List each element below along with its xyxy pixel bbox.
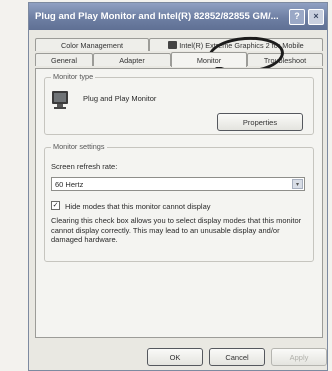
tab-label: Intel(R) Extreme Graphics 2 for Mobile <box>179 40 304 50</box>
cancel-button[interactable]: Cancel <box>209 348 265 366</box>
tab-adapter[interactable]: Adapter <box>93 53 171 66</box>
tab-label: Troubleshoot <box>263 55 307 65</box>
monitor-type-legend: Monitor type <box>51 72 96 81</box>
monitor-icon <box>52 91 68 109</box>
properties-button[interactable]: Properties <box>217 113 303 131</box>
button-label: OK <box>169 352 181 362</box>
button-label: Properties <box>242 117 278 127</box>
monitor-tab-panel: Monitor type Plug and Play Monitor Prope… <box>35 68 323 338</box>
refresh-rate-label: Screen refresh rate: <box>51 162 118 171</box>
tab-general[interactable]: General <box>35 53 93 66</box>
hide-modes-checkbox[interactable]: ✓ <box>51 201 60 210</box>
refresh-rate-select[interactable]: 60 Hertz ▾ <box>51 177 305 191</box>
tab-label: Color Management <box>60 40 124 50</box>
tab-intel-graphics[interactable]: Intel(R) Extreme Graphics 2 for Mobile <box>149 38 323 51</box>
tab-troubleshoot[interactable]: Troubleshoot <box>247 53 323 66</box>
chevron-down-icon[interactable]: ▾ <box>292 179 303 189</box>
button-label: Apply <box>289 352 309 362</box>
apply-button[interactable]: Apply <box>271 348 327 366</box>
help-button[interactable]: ? <box>289 8 305 25</box>
monitor-settings-group: Monitor settings Screen refresh rate: 60… <box>44 142 314 262</box>
tab-color-management[interactable]: Color Management <box>35 38 149 51</box>
tab-label: General <box>51 55 77 65</box>
monitor-name: Plug and Play Monitor <box>83 94 157 103</box>
graphics-icon <box>168 41 178 49</box>
display-properties-dialog: Plug and Play Monitor and Intel(R) 82852… <box>28 2 328 371</box>
ok-button[interactable]: OK <box>147 348 203 366</box>
close-button[interactable]: × <box>308 8 324 25</box>
tab-monitor[interactable]: Monitor <box>171 52 247 67</box>
monitor-type-group: Monitor type Plug and Play Monitor Prope… <box>44 72 314 135</box>
refresh-rate-value: 60 Hertz <box>55 180 84 189</box>
hide-modes-label[interactable]: Hide modes that this monitor cannot disp… <box>65 202 211 211</box>
tab-label: Monitor <box>196 55 222 65</box>
button-label: Cancel <box>225 352 249 362</box>
warning-description: Clearing this check box allows you to se… <box>51 216 302 244</box>
dialog-title: Plug and Play Monitor and Intel(R) 82852… <box>35 11 279 22</box>
monitor-settings-legend: Monitor settings <box>51 142 107 151</box>
title-bar[interactable]: Plug and Play Monitor and Intel(R) 82852… <box>29 3 327 30</box>
tab-label: Adapter <box>119 55 145 65</box>
